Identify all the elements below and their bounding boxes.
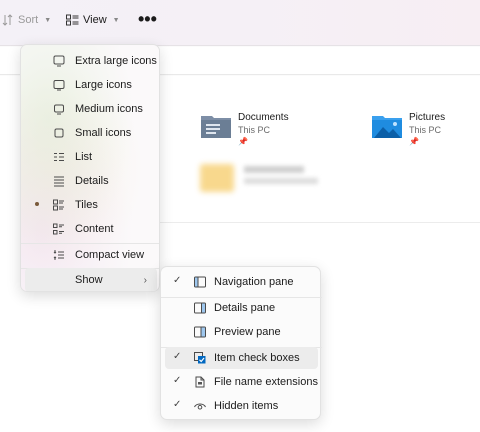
menu-item-label: Large icons (75, 79, 132, 91)
submenu-item-label: Hidden items (214, 400, 279, 412)
menu-item-compact-view[interactable]: Compact view (25, 243, 157, 267)
more-options-button[interactable]: ••• (138, 9, 157, 30)
eye-icon (194, 403, 206, 410)
sort-icon (2, 14, 13, 26)
menu-item-small-icons[interactable]: Small icons (25, 121, 157, 145)
sort-button[interactable]: Sort ▼ (2, 14, 51, 26)
monitor-icon (53, 55, 65, 67)
preview-pane-icon (194, 326, 206, 338)
file-item-documents[interactable]: Documents This PC 📌 (200, 112, 289, 148)
checkmark-icon: ✓ (173, 351, 182, 362)
checkmark-icon: ✓ (173, 399, 182, 410)
blurred-folder-icon (200, 164, 234, 192)
file-name: Pictures (409, 112, 446, 123)
details-pane-icon (194, 302, 206, 314)
monitor-icon (54, 104, 64, 115)
file-extension-icon (195, 376, 205, 388)
menu-item-label: Small icons (75, 127, 132, 139)
pin-icon: 📌 (238, 137, 248, 146)
tiles-icon (53, 199, 64, 211)
checkmark-icon: ✓ (173, 375, 182, 386)
submenu-item-label: Navigation pane (214, 276, 294, 288)
item-check-boxes-icon (194, 352, 206, 364)
submenu-item-details-pane[interactable]: Details pane (165, 297, 318, 319)
menu-item-label: Details (75, 175, 109, 187)
submenu-item-preview-pane[interactable]: Preview pane (165, 321, 318, 343)
file-item-pictures[interactable]: Pictures This PC 📌 (371, 112, 445, 148)
command-bar: Sort ▼ View ▼ ••• (0, 0, 480, 46)
sort-label: Sort (18, 14, 39, 26)
compact-view-icon (53, 250, 64, 260)
menu-item-extra-large-icons[interactable]: Extra large icons (25, 49, 157, 73)
chevron-down-icon: ▼ (44, 16, 52, 24)
details-icon (54, 176, 64, 187)
submenu-item-file-name-extensions[interactable]: ✓ File name extensions (165, 371, 318, 393)
view-button[interactable]: View ▼ (66, 14, 120, 26)
submenu-item-label: File name extensions (214, 376, 318, 388)
submenu-item-item-check-boxes[interactable]: ✓ Item check boxes (165, 347, 318, 369)
menu-item-label: Compact view (75, 249, 145, 261)
submenu-item-label: Item check boxes (214, 352, 300, 364)
navigation-pane-icon (194, 276, 206, 288)
menu-item-list[interactable]: List (25, 145, 157, 169)
documents-folder-icon (200, 112, 232, 140)
file-location: This PC (238, 125, 271, 135)
blurred-file-item (200, 160, 320, 196)
menu-item-label: Tiles (75, 199, 98, 211)
menu-item-details[interactable]: Details (25, 169, 157, 193)
menu-item-label: Content (75, 223, 114, 235)
content-icon (53, 223, 64, 235)
menu-item-label: List (75, 151, 93, 163)
view-icon (66, 14, 79, 26)
view-menu: Extra large icons Large icons Medium ico… (20, 44, 160, 292)
menu-item-content[interactable]: Content (25, 217, 157, 241)
show-submenu: ✓ Navigation pane Details pane Preview p… (160, 266, 322, 420)
submenu-item-hidden-items[interactable]: ✓ Hidden items (165, 395, 318, 417)
pictures-folder-icon (371, 112, 403, 140)
menu-item-show[interactable]: Show › (25, 268, 157, 291)
list-icon (54, 153, 64, 161)
pin-icon: 📌 (409, 137, 419, 146)
submenu-item-navigation-pane[interactable]: ✓ Navigation pane (165, 271, 318, 293)
menu-item-tiles[interactable]: Tiles (25, 193, 157, 217)
submenu-item-label: Details pane (214, 302, 276, 314)
submenu-item-label: Preview pane (214, 326, 281, 338)
menu-item-medium-icons[interactable]: Medium icons (25, 97, 157, 121)
small-icons-icon (54, 128, 64, 138)
menu-item-large-icons[interactable]: Large icons (25, 73, 157, 97)
file-location: This PC (409, 125, 442, 135)
chevron-right-icon: › (143, 274, 147, 286)
menu-item-label: Medium icons (75, 103, 143, 115)
chevron-down-icon: ▼ (112, 16, 120, 24)
menu-item-label: Extra large icons (75, 55, 157, 67)
menu-item-label: Show (75, 274, 103, 286)
monitor-icon (53, 80, 65, 91)
checkmark-icon: ✓ (173, 275, 182, 286)
view-label: View (83, 14, 107, 26)
section-divider (160, 222, 480, 223)
selected-indicator (35, 202, 39, 206)
file-name: Documents (238, 112, 289, 123)
